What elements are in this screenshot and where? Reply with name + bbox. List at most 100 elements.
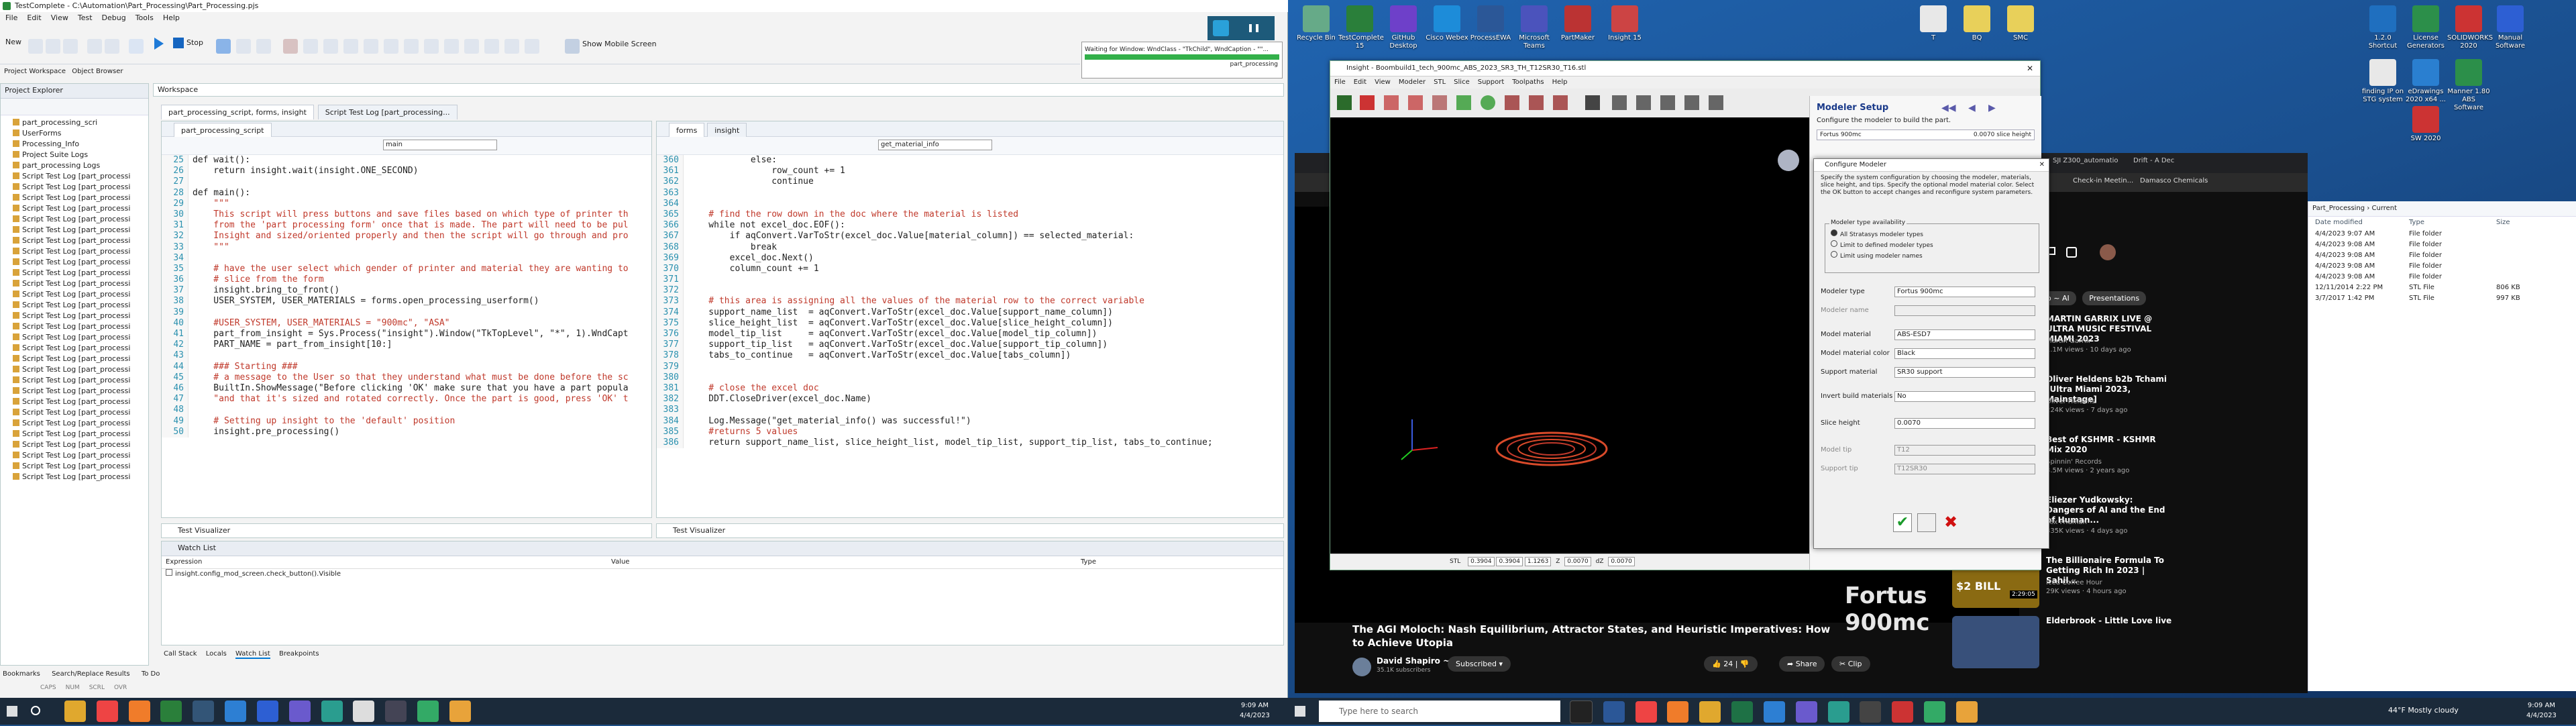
tree-item[interactable]: Script Test Log [part_processi — [13, 386, 148, 397]
ok-check-icon[interactable]: ✔ — [1893, 513, 1912, 532]
right-clock[interactable]: 9:09 AM 4/4/2023 — [2526, 701, 2557, 721]
insight-open-icon[interactable] — [1337, 95, 1352, 110]
tree-item[interactable]: Script Test Log [part_processi — [13, 246, 148, 257]
header-size[interactable]: Size — [2496, 217, 2510, 229]
xml-icon[interactable] — [424, 39, 439, 54]
editor2-routine-select[interactable]: get_material_info — [878, 140, 992, 150]
tree-item[interactable]: Script Test Log [part_processi — [13, 268, 148, 278]
stop-icon[interactable] — [173, 38, 184, 48]
insight-menu-item[interactable]: Support — [1478, 79, 1505, 86]
tree-item[interactable]: Script Test Log [part_processi — [13, 236, 148, 246]
start-icon[interactable] — [7, 706, 17, 717]
file-row[interactable]: 4/4/2023 9:08 AM File folder — [2308, 261, 2576, 272]
table-icon[interactable] — [484, 39, 499, 54]
insight-close-icon[interactable]: ✕ — [2027, 61, 2033, 76]
tree-item[interactable]: Script Test Log [part_processi — [13, 193, 148, 203]
insight-tool-icon[interactable] — [1360, 95, 1375, 110]
dialog-close-icon[interactable]: ✕ — [2039, 159, 2045, 171]
tree-item[interactable]: Project Suite Logs — [13, 150, 148, 160]
watch-header-expression[interactable]: Expression — [166, 556, 202, 568]
desktop-icon[interactable]: Manner 1.80 ABS Software — [2447, 59, 2490, 112]
insight-zoom-icon[interactable] — [1612, 95, 1627, 110]
tree-item[interactable]: Script Test Log [part_processi — [13, 332, 148, 343]
mobile-icon[interactable] — [565, 39, 580, 54]
like-button[interactable]: 👍 24 | 👎 — [1704, 656, 1758, 672]
editor1-routine-select[interactable]: main — [383, 140, 497, 150]
subscribed-button[interactable]: Subscribed ▾ — [1448, 656, 1511, 672]
tree-item[interactable]: Script Test Log [part_processi — [13, 225, 148, 236]
desktop-icon[interactable]: PartMaker — [1556, 5, 1599, 42]
tab-insight[interactable]: insight — [707, 123, 747, 138]
step-over-icon[interactable] — [256, 39, 271, 54]
tree-item[interactable]: Script Test Log [part_processi — [13, 203, 148, 214]
tab-call-stack[interactable]: Call Stack — [164, 650, 197, 658]
desktop-icon[interactable]: Microsoft Teams — [1513, 5, 1556, 50]
tab-test-log[interactable]: Script Test Log [part_processing... — [317, 105, 458, 119]
insight-task-icon[interactable] — [1892, 701, 1914, 723]
insight-sphere-icon[interactable] — [1481, 95, 1495, 110]
search-box[interactable]: Type here to search — [1319, 701, 1560, 722]
image-icon[interactable] — [404, 39, 419, 54]
desktop-icon[interactable]: BQ — [1955, 5, 1998, 42]
excel-icon[interactable] — [1731, 701, 1754, 723]
tab-object-browser[interactable]: Object Browser — [72, 68, 123, 75]
file-row[interactable]: 4/4/2023 9:07 AM File folder — [2308, 229, 2576, 240]
file-row[interactable]: 12/11/2014 2:22 PM STL File 806 KB — [2308, 282, 2576, 293]
tab-part-processing-script[interactable]: part_processing_script — [174, 123, 272, 138]
tree-item[interactable]: Script Test Log [part_processi — [13, 354, 148, 364]
file-row[interactable]: 4/4/2023 9:08 AM File folder — [2308, 272, 2576, 282]
tab-watch-list[interactable]: Watch List — [235, 650, 270, 659]
watch-checkbox[interactable] — [166, 569, 172, 576]
property-icon[interactable] — [364, 39, 378, 54]
record-test-icon[interactable] — [283, 39, 298, 54]
tree-item[interactable]: Script Test Log [part_processi — [13, 450, 148, 461]
firefox-icon[interactable] — [128, 701, 150, 722]
tab-breakpoints[interactable]: Breakpoints — [279, 650, 319, 658]
insight-menu-item[interactable]: STL — [1434, 79, 1446, 86]
tree-item[interactable]: Script Test Log [part_processi — [13, 214, 148, 225]
crumb-part-processing[interactable]: Part_Processing — [2312, 205, 2365, 212]
file-row[interactable]: 4/4/2023 9:08 AM File folder — [2308, 250, 2576, 261]
tab-workspace-main[interactable]: part_processing_script, forms, insight — [161, 105, 314, 119]
edge-icon[interactable] — [1603, 701, 1625, 723]
menu-test[interactable]: Test — [78, 13, 93, 22]
menu-tools[interactable]: Tools — [136, 13, 154, 22]
desktop-icon[interactable]: License Generators — [2404, 5, 2447, 50]
chrome-icon[interactable] — [96, 701, 118, 722]
menu-help[interactable]: Help — [163, 13, 180, 22]
cancel-x-icon[interactable]: ✖ — [1941, 513, 1960, 532]
tree-item[interactable]: Script Test Log [part_processi — [13, 343, 148, 354]
insight-pack-icon[interactable] — [1553, 95, 1568, 110]
insight-slice-icon[interactable] — [1384, 95, 1399, 110]
insight-menu-item[interactable]: Toolpaths — [1512, 79, 1544, 86]
crumb-current[interactable]: Current — [2372, 205, 2398, 212]
tree-item[interactable]: Script Test Log [part_processi — [13, 407, 148, 418]
tree-item[interactable]: Script Test Log [part_processi — [13, 472, 148, 482]
tree-item[interactable]: part_processing Logs — [13, 160, 148, 171]
teams-icon[interactable] — [288, 701, 311, 722]
app3-task-icon[interactable] — [385, 701, 407, 722]
tab-forms[interactable]: forms — [669, 123, 705, 138]
notepad-icon[interactable] — [353, 701, 375, 722]
region-icon[interactable] — [384, 39, 398, 54]
tree-item[interactable]: Script Test Log [part_processi — [13, 171, 148, 182]
save-icon[interactable] — [46, 39, 60, 54]
tab-bookmarks[interactable]: Bookmarks — [3, 670, 40, 678]
browser-tab-2[interactable]: Drift - A Dec — [2133, 157, 2174, 164]
tree-item[interactable]: Processing_Info — [13, 139, 148, 150]
field-select[interactable]: No — [1894, 391, 2035, 402]
share-button[interactable]: ➦ Share — [1779, 656, 1825, 672]
record-icon[interactable] — [87, 39, 102, 54]
field-select[interactable]: Black — [1894, 348, 2035, 359]
weather[interactable]: 44°F Mostly cloudy — [2388, 706, 2459, 715]
clip-button[interactable]: ✂ Clip — [1831, 656, 1870, 672]
insight-rotate-icon[interactable] — [1684, 95, 1699, 110]
insight-view-icon[interactable] — [1709, 95, 1723, 110]
desktop-icon[interactable]: SW 2020 — [2404, 106, 2447, 143]
watch-row[interactable]: insight.config_mod_screen.check_button()… — [162, 569, 1283, 580]
checkpoint-icon[interactable] — [323, 39, 338, 54]
insight-support-icon[interactable] — [1408, 95, 1423, 110]
tab-locals[interactable]: Locals — [206, 650, 227, 658]
app4-task-icon[interactable] — [417, 701, 439, 722]
menu-debug[interactable]: Debug — [102, 13, 126, 22]
